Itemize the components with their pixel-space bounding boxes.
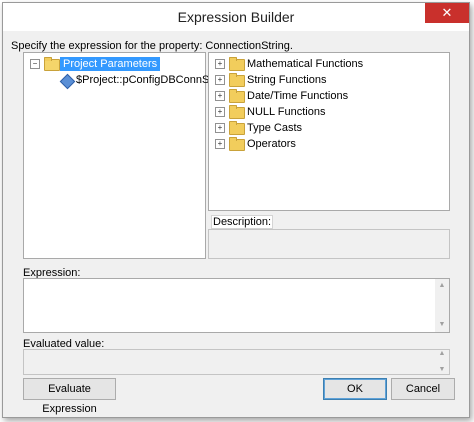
tree-label-date-time-functions[interactable]: Date/Time Functions bbox=[247, 88, 348, 104]
tree-node-function-category[interactable]: + String Functions bbox=[209, 72, 449, 88]
folder-icon bbox=[229, 73, 245, 87]
evaluated-value-box: ▲ ▼ bbox=[23, 349, 450, 375]
scroll-down-icon: ▼ bbox=[438, 366, 446, 373]
folder-icon bbox=[229, 137, 245, 151]
tree-node-function-category[interactable]: + Mathematical Functions bbox=[209, 56, 449, 72]
tree-node-project-parameters[interactable]: − Project Parameters bbox=[24, 56, 205, 72]
description-label: Description: bbox=[211, 215, 274, 229]
evaluated-scrollbar: ▲ ▼ bbox=[435, 350, 449, 374]
evaluate-expression-button[interactable]: Evaluate Expression bbox=[23, 378, 116, 415]
property-prompt: Specify the expression for the property:… bbox=[11, 40, 293, 52]
expression-scrollbar[interactable]: ▲ ▼ bbox=[435, 279, 449, 332]
title-bar[interactable]: Expression Builder ✕ bbox=[3, 3, 469, 31]
functions-tree[interactable]: + Mathematical Functions + String Functi… bbox=[208, 52, 450, 211]
description-box bbox=[208, 229, 450, 259]
tree-label-null-functions[interactable]: NULL Functions bbox=[247, 104, 325, 120]
folder-icon bbox=[229, 57, 245, 71]
folder-icon bbox=[229, 105, 245, 119]
tree-label-mathematical-functions[interactable]: Mathematical Functions bbox=[247, 56, 363, 72]
folder-icon bbox=[229, 89, 245, 103]
expand-icon[interactable]: + bbox=[215, 59, 225, 69]
tree-label-parameter[interactable]: $Project::pConfigDBConnStr bbox=[76, 72, 216, 88]
folder-icon bbox=[229, 121, 245, 135]
tree-node-parameter[interactable]: $Project::pConfigDBConnStr bbox=[24, 72, 216, 90]
tree-label-operators[interactable]: Operators bbox=[247, 136, 296, 152]
tree-node-function-category[interactable]: + NULL Functions bbox=[209, 104, 449, 120]
expand-icon[interactable]: + bbox=[215, 91, 225, 101]
scroll-up-icon: ▲ bbox=[438, 350, 446, 357]
tree-node-function-category[interactable]: + Type Casts bbox=[209, 120, 449, 136]
expression-builder-window: Expression Builder ✕ Specify the express… bbox=[2, 2, 470, 418]
open-folder-icon bbox=[44, 57, 60, 71]
tree-label-string-functions[interactable]: String Functions bbox=[247, 72, 326, 88]
window-title: Expression Builder bbox=[177, 9, 295, 25]
tree-node-function-category[interactable]: + Date/Time Functions bbox=[209, 88, 449, 104]
parameter-icon bbox=[59, 73, 76, 90]
tree-node-function-category[interactable]: + Operators bbox=[209, 136, 449, 152]
tree-label-type-casts[interactable]: Type Casts bbox=[247, 120, 302, 136]
expand-icon[interactable]: + bbox=[215, 107, 225, 117]
variables-tree[interactable]: − Project Parameters $Project::pConfigDB… bbox=[23, 52, 216, 259]
scroll-down-icon[interactable]: ▼ bbox=[435, 318, 449, 332]
expression-textarea[interactable]: ▲ ▼ bbox=[23, 278, 450, 333]
scroll-up-icon[interactable]: ▲ bbox=[435, 279, 449, 293]
tree-label-project-parameters[interactable]: Project Parameters bbox=[60, 57, 161, 71]
expand-icon[interactable]: + bbox=[215, 123, 225, 133]
ok-button[interactable]: OK bbox=[323, 378, 387, 400]
close-button[interactable]: ✕ bbox=[425, 3, 469, 23]
expand-icon[interactable]: + bbox=[215, 139, 225, 149]
cancel-button[interactable]: Cancel bbox=[391, 378, 455, 400]
collapse-icon[interactable]: − bbox=[30, 59, 40, 69]
expand-icon[interactable]: + bbox=[215, 75, 225, 85]
